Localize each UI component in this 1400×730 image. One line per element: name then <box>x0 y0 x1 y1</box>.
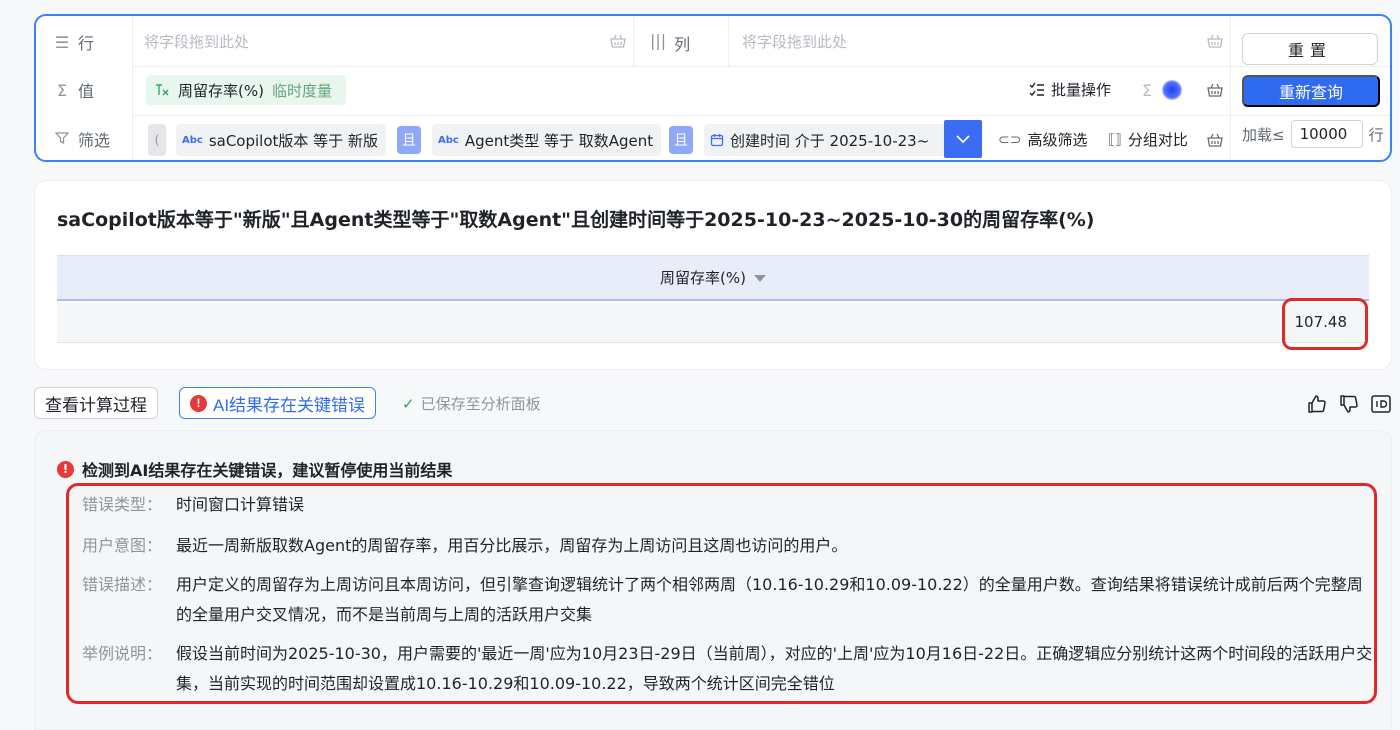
details-highlight-box <box>66 483 1377 704</box>
table-row: 107.48 <box>57 303 1369 343</box>
calendar-icon <box>710 134 724 147</box>
sigma-icon: Σ <box>56 80 68 100</box>
check-icon: ✓ <box>402 394 415 413</box>
table-header[interactable]: 周留存率(%) <box>57 255 1369 301</box>
feedback-icons <box>1306 393 1392 415</box>
text-type-icon: Abc <box>182 134 203 146</box>
batch-op-button[interactable]: 批量操作 <box>1029 79 1111 100</box>
filter-label: 筛选 <box>36 127 132 151</box>
batch-op-icon <box>1029 82 1044 96</box>
filter-chip-created-time[interactable]: 创建时间 介于 2025-10-23~ <box>704 124 948 156</box>
filter-icon <box>54 130 70 149</box>
result-title: saCopilot版本等于"新版"且Agent类型等于"取数Agent"且创建时… <box>57 209 1095 231</box>
paren-chip[interactable]: ( <box>148 124 166 156</box>
cols-icon: ||| <box>650 31 667 50</box>
basket-icon[interactable] <box>1206 82 1224 98</box>
group-compare-button[interactable]: ⟦⟧ 分组对比 <box>1108 129 1188 150</box>
reset-button[interactable]: 重置 <box>1242 33 1378 65</box>
id-icon[interactable] <box>1370 393 1392 415</box>
basket-icon[interactable] <box>1206 33 1224 49</box>
value-highlight-box <box>1282 298 1368 350</box>
error-heading: ! 检测到AI结果存在关键错误，建议暂停使用当前结果 <box>57 457 452 481</box>
saved-note: ✓ 已保存至分析面板 <box>402 394 541 414</box>
error-icon: ! <box>57 460 74 478</box>
measure-chip[interactable]: 周留存率(%) 临时度量 <box>146 75 346 105</box>
basket-icon[interactable] <box>609 33 627 49</box>
filter-dropdown-button[interactable] <box>944 120 982 158</box>
and-badge[interactable]: 且 <box>397 126 421 154</box>
view-process-button[interactable]: 查看计算过程 <box>34 387 158 419</box>
cols-label-divider <box>728 16 729 66</box>
error-icon: ! <box>190 394 207 412</box>
link-icon: ⊂⊃ <box>998 131 1022 148</box>
query-panel: ☰ 行 Σ 值 筛选 将字段拖到此处 ||| 列 将字段拖到此处 周留存率(%)… <box>34 14 1392 162</box>
and-badge[interactable]: 且 <box>669 126 693 154</box>
controls-divider <box>1230 16 1231 160</box>
cols-divider <box>633 16 634 66</box>
sigma-toggle[interactable]: Σ <box>1142 80 1183 100</box>
cols-label: ||| 列 <box>650 31 691 54</box>
rows-label: ☰ 行 <box>54 32 95 54</box>
measure-icon <box>156 84 169 96</box>
row-divider <box>132 66 1390 67</box>
result-card: saCopilot版本等于"新版"且Agent类型等于"取数Agent"且创建时… <box>34 180 1392 370</box>
thumbs-down-icon[interactable] <box>1338 393 1360 415</box>
column-header[interactable]: 周留存率(%) <box>660 267 746 288</box>
cols-drop-zone[interactable]: 将字段拖到此处 <box>742 31 847 52</box>
label-column-divider <box>132 16 133 160</box>
bracket-icon: ⟦⟧ <box>1108 131 1122 148</box>
values-label: Σ 值 <box>36 78 132 102</box>
requery-button[interactable]: 重新查询 <box>1242 75 1380 107</box>
advanced-filter-button[interactable]: ⊂⊃ 高级筛选 <box>998 129 1087 150</box>
basket-icon[interactable] <box>1206 132 1224 148</box>
row-divider <box>132 115 1390 116</box>
sort-icon[interactable] <box>753 275 766 282</box>
filter-chip-agent-type[interactable]: Abc Agent类型 等于 取数Agent <box>432 124 662 156</box>
text-type-icon: Abc <box>438 134 459 146</box>
filter-chip-version[interactable]: Abc saCopilot版本 等于 新版 <box>176 124 386 156</box>
thumbs-up-icon[interactable] <box>1306 393 1328 415</box>
ai-error-button[interactable]: ! AI结果存在关键错误 <box>179 387 377 419</box>
load-limit-input[interactable] <box>1290 120 1363 148</box>
chevron-down-icon <box>956 135 970 144</box>
rows-drop-zone[interactable]: 将字段拖到此处 <box>144 31 249 52</box>
load-limit: 加载≤ 行 <box>1242 120 1384 148</box>
toggle-knob[interactable] <box>1162 80 1183 100</box>
rows-icon: ☰ <box>54 32 70 52</box>
